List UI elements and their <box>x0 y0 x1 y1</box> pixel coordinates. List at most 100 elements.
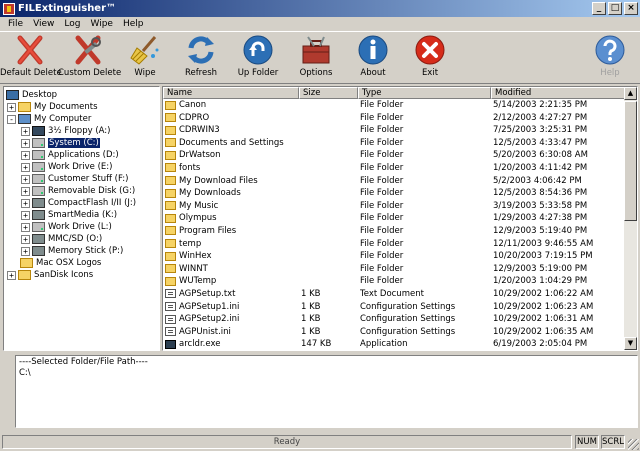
up-folder-button[interactable]: Up Folder <box>228 34 288 82</box>
cell-size: 1 KB <box>301 288 321 299</box>
table-row[interactable]: My Music File Folder 3/19/2003 5:33:58 PM <box>163 200 625 213</box>
column-header-type[interactable]: Type <box>358 87 491 99</box>
expand-icon[interactable]: + <box>7 102 16 112</box>
title-bar[interactable]: FILExtinguisher™ _ □ × <box>0 0 640 17</box>
default-delete-button[interactable]: Default Delete <box>0 34 62 82</box>
memory-card-icon <box>32 246 45 256</box>
table-row[interactable]: arcldr.exe 147 KB Application 6/19/2003 2:0… <box>163 338 625 350</box>
red-x-icon <box>17 35 43 65</box>
table-row[interactable]: WINNT File Folder 12/9/2003 5:19:00 PM <box>163 263 625 276</box>
scroll-thumb[interactable] <box>624 101 637 221</box>
expand-icon[interactable]: + <box>21 234 30 244</box>
close-button[interactable]: × <box>624 2 638 15</box>
table-row[interactable]: AGPUnist.ini 1 KB Configuration Settings 10… <box>163 326 625 339</box>
wipe-button[interactable]: Wipe <box>115 34 175 82</box>
memory-card-icon <box>32 198 45 208</box>
table-row[interactable]: Canon File Folder 5/14/2003 2:21:35 PM <box>163 99 625 112</box>
tree-item-smartmedia-k[interactable]: + SmartMedia (K:) <box>21 209 117 221</box>
menu-log[interactable]: Log <box>59 19 85 29</box>
help-button[interactable]: Help <box>580 34 640 82</box>
resize-grip[interactable] <box>628 439 639 450</box>
expand-icon[interactable]: + <box>7 270 16 280</box>
app-icon[interactable] <box>3 2 15 15</box>
options-button[interactable]: Options <box>286 34 346 82</box>
menu-wipe[interactable]: Wipe <box>86 19 118 29</box>
selected-path-panel[interactable]: ----Selected Folder/File Path---- C:\ <box>15 355 638 428</box>
table-row[interactable]: Documents and Settings File Folder 12/5/20… <box>163 137 625 150</box>
cell-type: Configuration Settings <box>360 301 456 312</box>
file-name: Canon <box>179 100 207 110</box>
tree-item-floppy-a[interactable]: + 3½ Floppy (A:) <box>21 125 110 137</box>
table-row[interactable]: My Downloads File Folder 12/5/2003 8:54:36… <box>163 187 625 200</box>
tree-item-my-documents[interactable]: + My Documents <box>7 101 98 113</box>
menu-file[interactable]: File <box>3 19 28 29</box>
column-header-size[interactable]: Size <box>299 87 358 99</box>
vertical-scrollbar[interactable]: ▲ ▼ <box>624 87 637 350</box>
cell-name: CDRWIN3 <box>165 124 299 136</box>
table-row[interactable]: fonts File Folder 1/20/2003 4:11:42 PM <box>163 162 625 175</box>
table-row[interactable]: DrWatson File Folder 5/20/2003 6:30:08 AM <box>163 149 625 162</box>
hard-drive-icon <box>32 174 45 184</box>
cell-name: My Download Files <box>165 175 299 187</box>
column-header-name[interactable]: Name <box>163 87 299 99</box>
expand-icon[interactable]: + <box>21 138 30 148</box>
about-button[interactable]: About <box>343 34 403 82</box>
table-row[interactable]: Olympus File Folder 1/29/2003 4:27:38 PM <box>163 212 625 225</box>
tree-item-desktop[interactable]: Desktop <box>6 89 57 101</box>
tree-item-work-drive-l[interactable]: + Work Drive (L:) <box>21 221 112 233</box>
expand-icon[interactable]: + <box>21 174 30 184</box>
tree-item-mmc-sd-o[interactable]: + MMC/SD (O:) <box>21 233 102 245</box>
tree-item-system-c[interactable]: + System (C:) <box>21 137 100 149</box>
table-row[interactable]: AGPSetup2.ini 1 KB Configuration Settings 1… <box>163 313 625 326</box>
table-row[interactable]: My Download Files File Folder 5/2/2003 4:0… <box>163 175 625 188</box>
tree-item-label: Work Drive (E:) <box>48 162 113 172</box>
table-row[interactable]: AGPSetup1.ini 1 KB Configuration Settings 1… <box>163 301 625 314</box>
scroll-down-button[interactable]: ▼ <box>624 337 637 350</box>
expand-icon[interactable]: + <box>21 210 30 220</box>
help-label: Help <box>600 68 620 78</box>
table-row[interactable]: temp File Folder 12/11/2003 9:46:55 AM <box>163 238 625 251</box>
table-row[interactable]: WinHex File Folder 10/20/2003 7:19:15 PM <box>163 250 625 263</box>
folder-icon <box>165 201 176 211</box>
tree-item-my-computer[interactable]: - My Computer <box>7 113 91 125</box>
tree-item-applications-d[interactable]: + Applications (D:) <box>21 149 119 161</box>
custom-delete-button[interactable]: Custom Delete <box>58 34 121 82</box>
tree-item-sandisk-icons[interactable]: + SanDisk Icons <box>7 269 93 281</box>
tree-item-customer-stuff-f[interactable]: + Customer Stuff (F:) <box>21 173 128 185</box>
tree-item-work-drive-e[interactable]: + Work Drive (E:) <box>21 161 112 173</box>
minimize-button[interactable]: _ <box>592 2 606 15</box>
tree-item-mac-osx-logos[interactable]: Mac OSX Logos <box>20 257 101 269</box>
menu-help[interactable]: Help <box>118 19 149 29</box>
table-row[interactable]: AGPSetup.txt 1 KB Text Document 10/29/2002 … <box>163 288 625 301</box>
file-list[interactable]: Name Size Type Modified Canon File Folder… <box>162 86 638 351</box>
column-header-modified[interactable]: Modified <box>491 87 625 99</box>
expand-icon[interactable]: + <box>21 150 30 160</box>
tree-item-memory-stick-p[interactable]: + Memory Stick (P:) <box>21 245 123 257</box>
expand-icon[interactable]: + <box>21 222 30 232</box>
maximize-button[interactable]: □ <box>608 2 622 15</box>
expand-icon[interactable]: + <box>21 246 30 256</box>
scroll-up-button[interactable]: ▲ <box>624 87 637 100</box>
expand-icon[interactable]: + <box>21 198 30 208</box>
menu-view[interactable]: View <box>28 19 59 29</box>
folder-tree[interactable]: Desktop + My Documents - My Computer + 3… <box>3 86 160 351</box>
collapse-icon[interactable]: - <box>7 114 16 124</box>
expand-icon[interactable]: + <box>21 162 30 172</box>
file-name: Documents and Settings <box>179 137 284 148</box>
tree-item-compactflash-j[interactable]: + CompactFlash I/II (J:) <box>21 197 136 209</box>
exit-button[interactable]: Exit <box>400 34 460 82</box>
table-row[interactable]: CDPRO File Folder 2/12/2003 4:27:27 PM <box>163 112 625 125</box>
table-row[interactable]: CDRWIN3 File Folder 7/25/2003 3:25:31 PM <box>163 124 625 137</box>
toolbox-icon <box>302 36 330 64</box>
hard-drive-icon <box>32 138 45 148</box>
cell-modified: 10/20/2003 7:19:15 PM <box>493 251 593 262</box>
table-row[interactable]: Program Files File Folder 12/9/2003 5:19:4… <box>163 225 625 238</box>
cell-modified: 3/19/2003 5:33:58 PM <box>493 200 588 211</box>
expand-icon[interactable]: + <box>21 186 30 196</box>
tree-item-removable-disk-g[interactable]: + Removable Disk (G:) <box>21 185 135 197</box>
refresh-button[interactable]: Refresh <box>171 34 231 82</box>
cell-type: Text Document <box>360 288 424 299</box>
expand-icon[interactable]: + <box>21 126 30 136</box>
table-row[interactable]: WUTemp File Folder 1/20/2003 1:04:29 PM <box>163 275 625 288</box>
cell-type: File Folder <box>360 276 404 287</box>
